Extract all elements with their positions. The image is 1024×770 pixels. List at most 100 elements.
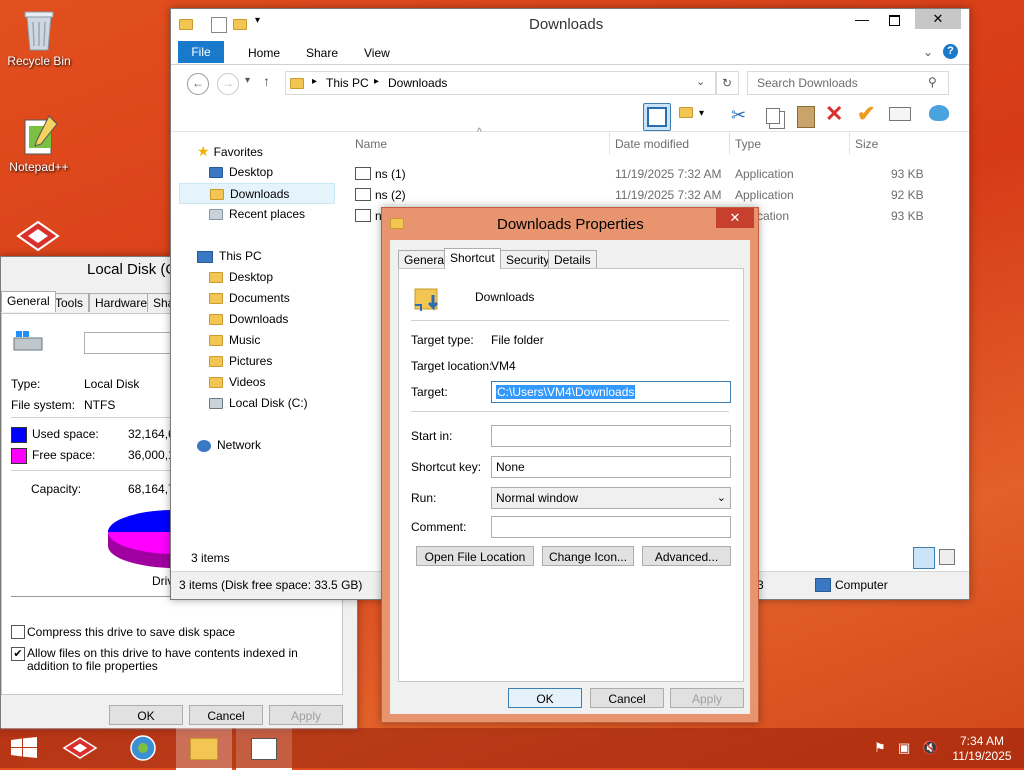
- column-header-type[interactable]: Type: [735, 137, 761, 151]
- column-header-size[interactable]: Size: [855, 137, 878, 151]
- run-selected-value: Normal window: [496, 491, 579, 505]
- dialog-title: Downloads Properties: [497, 216, 644, 233]
- properties-toolbar-icon[interactable]: ▾: [679, 105, 705, 131]
- comment-input[interactable]: [491, 516, 731, 538]
- ribbon-tab-share[interactable]: Share: [306, 46, 338, 60]
- forward-button[interactable]: →: [217, 73, 239, 95]
- ok-button[interactable]: OK: [508, 688, 582, 708]
- recycle-bin-icon: [19, 8, 59, 52]
- nav-pc-music[interactable]: Music: [209, 330, 260, 351]
- paste-icon[interactable]: [793, 105, 819, 131]
- column-header-name[interactable]: Name: [355, 137, 387, 151]
- back-button[interactable]: ←: [187, 73, 209, 95]
- maximize-button[interactable]: [879, 11, 909, 31]
- ribbon-tab-home[interactable]: Home: [248, 46, 280, 60]
- disk-cancel-button[interactable]: Cancel: [189, 705, 263, 725]
- search-box[interactable]: Search Downloads ⚲: [747, 71, 949, 95]
- target-input[interactable]: C:\Users\VM4\Downloads: [491, 381, 731, 403]
- nav-favorites[interactable]: ★ Favorites: [197, 141, 263, 162]
- nav-fav-downloads[interactable]: Downloads: [179, 183, 335, 204]
- drive-name-input[interactable]: [84, 332, 184, 354]
- copy-icon[interactable]: [763, 105, 789, 131]
- action-center-flag-icon[interactable]: ⚑: [874, 740, 886, 756]
- dialog-close-button[interactable]: ✕: [716, 208, 754, 228]
- open-file-location-button[interactable]: Open File Location: [416, 546, 534, 566]
- browser-icon[interactable]: [128, 734, 158, 762]
- run-select[interactable]: Normal window ⌄: [491, 487, 731, 509]
- dialog-body: General Shortcut Security Details Downlo…: [390, 240, 750, 714]
- nav-fav-desktop[interactable]: Desktop: [209, 162, 273, 183]
- change-icon-button[interactable]: Change Icon...: [542, 546, 634, 566]
- new-folder-quick-icon[interactable]: [233, 17, 253, 31]
- tab-shortcut[interactable]: Shortcut: [444, 248, 501, 269]
- index-checkbox[interactable]: ✔: [11, 647, 25, 661]
- quick-access-dropdown-icon[interactable]: ▾: [255, 15, 260, 26]
- ribbon-tab-file[interactable]: File: [178, 41, 224, 63]
- taskbar-app-icon[interactable]: [62, 734, 98, 762]
- taskbar-file-explorer[interactable]: [176, 728, 232, 770]
- nav-pc-downloads[interactable]: Downloads: [209, 309, 288, 330]
- properties-quick-icon[interactable]: [211, 17, 227, 33]
- tab-details[interactable]: Details: [548, 250, 597, 269]
- shortcut-key-input[interactable]: None: [491, 456, 731, 478]
- nav-pc-desktop[interactable]: Desktop: [209, 267, 273, 288]
- application-icon: [355, 167, 371, 180]
- nav-pc-documents[interactable]: Documents: [209, 288, 290, 309]
- rename-icon[interactable]: [889, 107, 915, 133]
- compress-checkbox[interactable]: [11, 625, 25, 639]
- network-tray-icon[interactable]: ▣: [898, 740, 910, 756]
- desktop-icon-recycle-bin[interactable]: Recycle Bin: [4, 8, 74, 68]
- minimize-button[interactable]: —: [847, 11, 877, 31]
- column-header-date[interactable]: Date modified: [615, 137, 689, 151]
- start-button[interactable]: [10, 737, 38, 759]
- refresh-button[interactable]: ↻: [715, 71, 739, 95]
- shortcut-key-label: Shortcut key:: [411, 460, 482, 474]
- folder-icon: [179, 17, 193, 31]
- apply-button[interactable]: Apply: [670, 688, 744, 708]
- check-icon[interactable]: ✔: [857, 101, 883, 127]
- file-row[interactable]: ns (1) 11/19/2025 7:32 AM Application 93…: [351, 163, 951, 184]
- recent-locations-icon[interactable]: ▾: [245, 75, 250, 86]
- disk-apply-button[interactable]: Apply: [269, 705, 343, 725]
- target-location-value: VM4: [491, 359, 516, 373]
- cut-icon[interactable]: ✂: [731, 105, 757, 131]
- nav-this-pc[interactable]: This PC: [197, 246, 262, 267]
- large-icons-view-button[interactable]: [939, 549, 955, 565]
- tab-general[interactable]: General: [1, 291, 56, 312]
- clock[interactable]: 7:34 AM 11/19/2025: [950, 734, 1014, 764]
- taskbar-properties-window[interactable]: [236, 728, 292, 770]
- desktop-icon-notepad-plus-plus[interactable]: Notepad++: [4, 114, 74, 174]
- start-in-input[interactable]: [491, 425, 731, 447]
- volume-muted-icon[interactable]: 🔇: [922, 740, 938, 756]
- nav-label: Local Disk (C:): [229, 396, 308, 410]
- advanced-button[interactable]: Advanced...: [642, 546, 731, 566]
- shortcut-name: Downloads: [475, 290, 535, 304]
- tab-hardware[interactable]: Hardware: [89, 293, 154, 312]
- breadcrumb-downloads[interactable]: Downloads: [388, 76, 447, 90]
- options-icon[interactable]: [929, 105, 955, 131]
- desktop-app-icon[interactable]: [14, 216, 62, 256]
- nav-network[interactable]: Network: [197, 435, 261, 456]
- close-button[interactable]: ✕: [915, 9, 961, 29]
- help-icon[interactable]: ?: [943, 44, 958, 59]
- nav-pc-videos[interactable]: Videos: [209, 372, 265, 393]
- ribbon-expand-icon[interactable]: ⌄: [923, 45, 933, 59]
- up-button[interactable]: ↑: [263, 73, 270, 89]
- disk-ok-button[interactable]: OK: [109, 705, 183, 725]
- delete-icon[interactable]: ✕: [825, 101, 851, 127]
- nav-pc-local-disk[interactable]: Local Disk (C:): [209, 393, 308, 414]
- target-selected-text: C:\Users\VM4\Downloads: [496, 385, 636, 399]
- preview-pane-icon[interactable]: [643, 103, 671, 131]
- file-row[interactable]: ns (2) 11/19/2025 7:32 AM Application 92…: [351, 184, 951, 205]
- ribbon-tab-view[interactable]: View: [364, 46, 390, 60]
- breadcrumb-this-pc[interactable]: This PC: [326, 76, 369, 90]
- nav-label: Recent places: [229, 207, 306, 221]
- file-date: 11/19/2025 7:32 AM: [615, 188, 722, 202]
- address-dropdown-icon[interactable]: ⌄: [696, 75, 705, 88]
- nav-fav-recent-places[interactable]: Recent places: [209, 204, 305, 225]
- cancel-button[interactable]: Cancel: [590, 688, 664, 708]
- nav-pc-pictures[interactable]: Pictures: [209, 351, 272, 372]
- file-type: Application: [735, 167, 794, 181]
- address-bar[interactable]: ▸ This PC ▸ Downloads ⌄: [285, 71, 717, 95]
- details-view-button[interactable]: [913, 547, 935, 569]
